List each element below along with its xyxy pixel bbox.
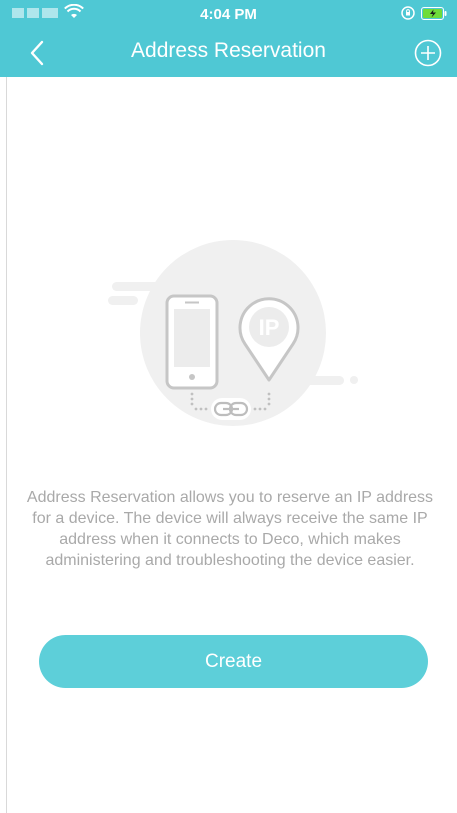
status-time: 4:04 PM xyxy=(200,6,257,23)
ip-badge-text: IP xyxy=(259,315,280,340)
add-button[interactable] xyxy=(413,38,443,68)
status-bar: 4:04 PM xyxy=(0,0,457,26)
description-text: Address Reservation allows you to reserv… xyxy=(26,489,434,569)
plus-circle-icon xyxy=(414,39,442,67)
create-button[interactable]: Create xyxy=(39,635,428,688)
phone-icon xyxy=(165,294,219,390)
link-icon xyxy=(211,398,251,420)
page-title: Address Reservation xyxy=(131,39,326,62)
app-header: 4:04 PM Address Reservation xyxy=(0,0,457,77)
divider xyxy=(6,77,7,813)
address-reservation-illustration: IP xyxy=(108,240,358,426)
rotation-lock-icon xyxy=(401,6,415,20)
battery-icon xyxy=(421,6,447,20)
